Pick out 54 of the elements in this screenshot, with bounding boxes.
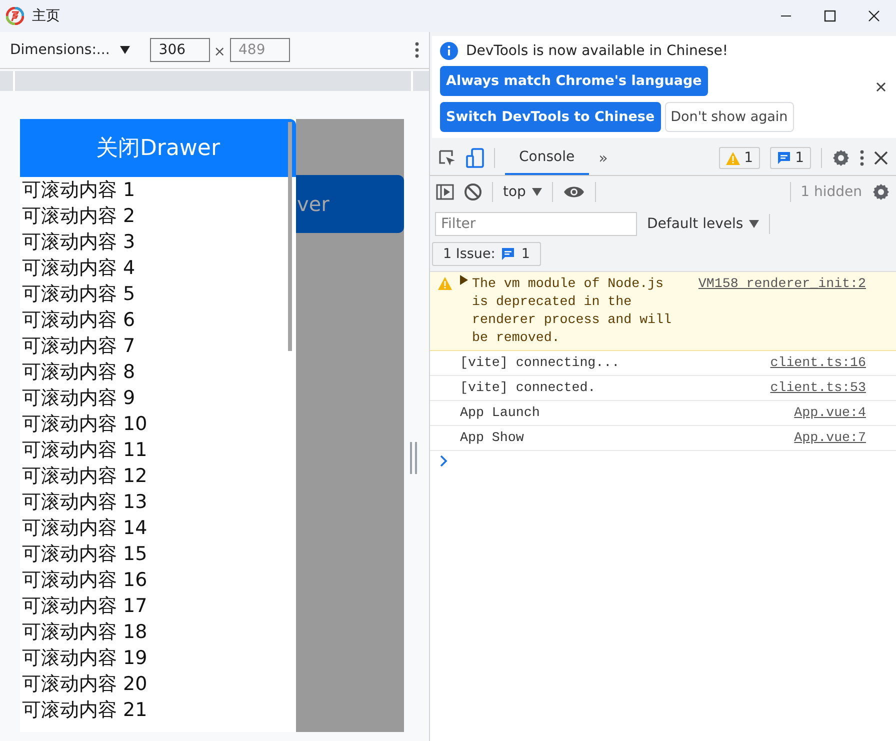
scroll-item: 可滚动内容 8 — [21, 360, 136, 385]
context-label: top — [503, 184, 526, 200]
scroll-item: 可滚动内容 1 — [21, 178, 136, 203]
scroll-item: 可滚动内容 13 — [21, 490, 148, 515]
scroll-item: 可滚动内容 15 — [21, 542, 148, 567]
scroll-item: 可滚动内容 17 — [21, 594, 148, 619]
dimensions-dropdown[interactable]: Dimensions:... — [10, 42, 110, 58]
source-link[interactable]: client.ts:16 — [770, 354, 866, 372]
filter-field[interactable]: Filter — [435, 212, 637, 236]
scroll-item: 可滚动内容 19 — [21, 646, 148, 671]
source-link[interactable]: App.vue:4 — [794, 404, 866, 422]
infobar-message: DevTools is now available in Chinese! — [466, 43, 728, 59]
issues-count: 1 — [521, 246, 530, 262]
scroll-item: 可滚动内容 14 — [21, 516, 148, 541]
source-link[interactable]: VM158 renderer_init:2 — [698, 275, 866, 347]
console-message: App Launch — [460, 404, 541, 422]
console-tab[interactable]: Console — [505, 141, 589, 175]
source-link[interactable]: App.vue:7 — [794, 429, 866, 447]
language-button[interactable]: Always match Chrome's language — [440, 66, 708, 96]
source-link[interactable]: client.ts:53 — [770, 379, 866, 397]
close-drawer-button[interactable]: 关闭Drawer — [20, 119, 296, 177]
window-title: 主页 — [32, 7, 61, 25]
open-drawer-button[interactable]: ver — [296, 175, 404, 233]
messages-count: 1 — [795, 150, 804, 166]
scroll-item: 可滚动内容 4 — [21, 256, 136, 281]
scroll-item: 可滚动内容 20 — [21, 672, 148, 697]
scroll-item: 可滚动内容 9 — [21, 386, 136, 411]
scroll-item: 可滚动内容 11 — [21, 438, 148, 463]
scroll-item: 可滚动内容 18 — [21, 620, 148, 645]
warnings-badge[interactable]: 1 — [719, 147, 760, 169]
messages-badge[interactable]: 1 — [770, 147, 811, 169]
hidden-count: 1 hidden — [800, 184, 862, 200]
width-field[interactable]: 306 — [150, 38, 210, 62]
scroll-item: 可滚动内容 21 — [21, 698, 148, 723]
scroll-item: 可滚动内容 16 — [21, 568, 148, 593]
more-tabs[interactable]: » — [598, 149, 608, 167]
scroll-item: 可滚动内容 6 — [21, 308, 136, 333]
console-message: App Show — [460, 429, 525, 447]
console-message: [vite] connected. — [460, 379, 597, 397]
scroll-item: 可滚动内容 3 — [21, 230, 136, 255]
scroll-item: 可滚动内容 5 — [21, 282, 136, 307]
console-message: The vm module of Node.js is deprecated in the renderer process and will be removed. — [472, 275, 672, 347]
scroll-item: 可滚动内容 10 — [21, 412, 148, 437]
dismiss-button[interactable]: Don't show again — [664, 102, 794, 132]
scroll-item: 可滚动内容 7 — [21, 334, 136, 359]
context-dropdown[interactable]: top — [503, 184, 542, 200]
scroll-item: 可滚动内容 12 — [21, 464, 148, 489]
issues-label: 1 Issue: — [443, 246, 496, 262]
times-sign: × — [214, 44, 226, 60]
scroll-item: 可滚动内容 2 — [21, 204, 136, 229]
console-message: [vite] connecting... — [460, 354, 621, 372]
warnings-count: 1 — [744, 150, 754, 166]
language-button[interactable]: Switch DevTools to Chinese — [440, 102, 661, 132]
issues-button[interactable]: 1 Issue: 1 — [432, 242, 541, 266]
